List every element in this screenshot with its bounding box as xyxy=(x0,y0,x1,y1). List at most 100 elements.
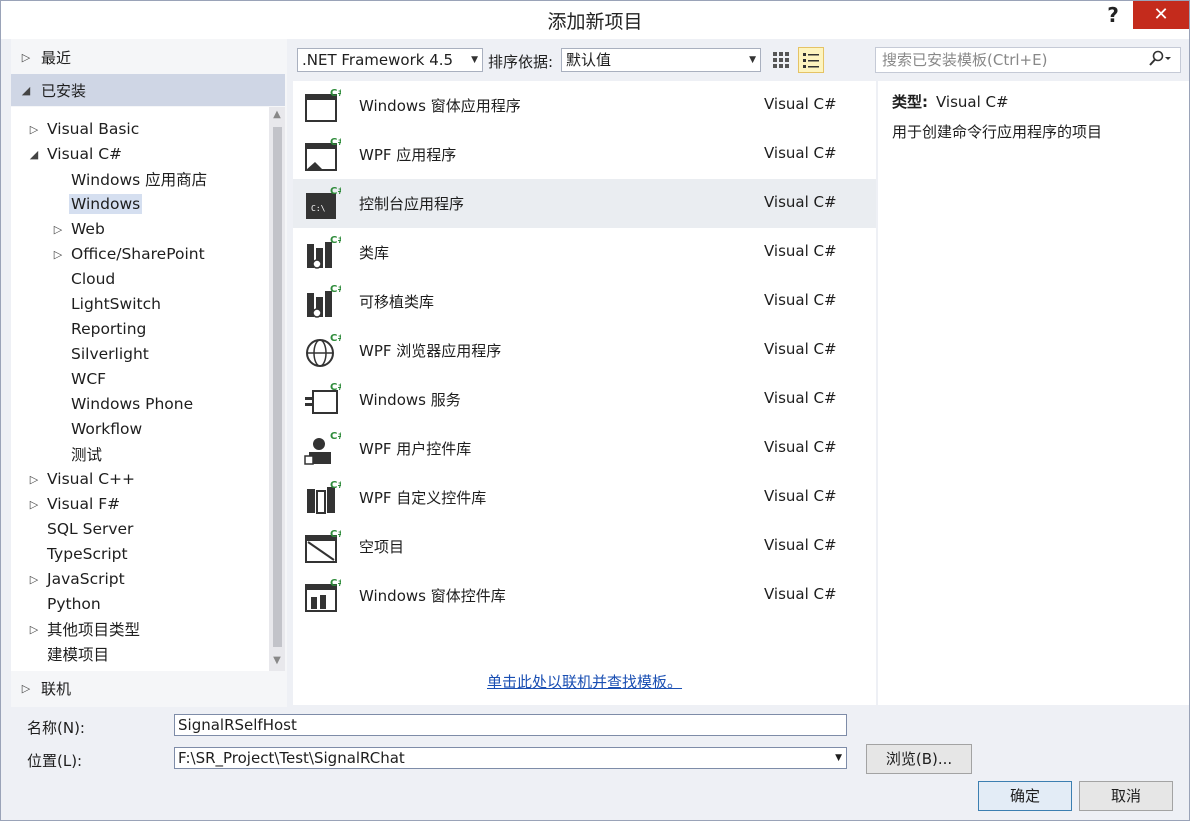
tree-item[interactable]: 测试 xyxy=(47,442,104,466)
tree-item[interactable]: Windows xyxy=(47,192,143,216)
template-row[interactable]: C# WPF 用户控件库 Visual C# xyxy=(293,424,876,473)
tree-item[interactable]: ▷ Office/SharePoint xyxy=(47,242,207,266)
template-row[interactable]: C# Windows 窗体应用程序 Visual C# xyxy=(293,81,876,130)
scroll-thumb[interactable] xyxy=(273,127,282,647)
template-name: WPF 应用程序 xyxy=(359,146,457,164)
expand-arrow-icon[interactable]: ▷ xyxy=(47,223,69,236)
scroll-up-icon[interactable]: ▲ xyxy=(269,109,285,123)
grid-view-icon xyxy=(773,52,789,68)
wpf-app-icon: C# xyxy=(303,136,346,174)
template-row[interactable]: C# Windows 服务 Visual C# xyxy=(293,375,876,424)
tree-item[interactable]: ▷ JavaScript xyxy=(23,567,127,591)
template-language: Visual C# xyxy=(764,585,837,603)
small-icons-view-button[interactable] xyxy=(768,47,794,73)
framework-select[interactable]: .NET Framework 4.5 ▼ xyxy=(297,48,483,72)
type-label: 类型: xyxy=(892,93,928,111)
tree-scrollbar[interactable]: ▲ ▼ xyxy=(269,107,285,671)
browse-button[interactable]: 浏览(B)... xyxy=(866,744,972,774)
expand-arrow-icon[interactable]: ▷ xyxy=(47,248,69,261)
expand-arrow-icon[interactable]: ▷ xyxy=(23,573,45,586)
template-language: Visual C# xyxy=(764,340,837,358)
template-name: Windows 服务 xyxy=(359,391,461,409)
template-row[interactable]: C# 可移植类库 Visual C# xyxy=(293,277,876,326)
tree-item[interactable]: Reporting xyxy=(47,317,148,341)
expand-arrow-icon[interactable]: ▷ xyxy=(23,498,45,511)
dropdown-arrow-icon: ▼ xyxy=(835,753,842,763)
tree-item[interactable]: Workflow xyxy=(47,417,144,441)
search-icon[interactable] xyxy=(1148,50,1172,76)
add-new-project-dialog: 添加新项目 ? ✕ ▷ 最近 ◢ 已安装 ▷ Visual Basic ◢ Visua… xyxy=(0,0,1190,821)
expand-arrow-icon[interactable]: ▷ xyxy=(23,123,45,136)
ok-button[interactable]: 确定 xyxy=(978,781,1072,811)
template-language: Visual C# xyxy=(764,389,837,407)
tree-item[interactable]: Windows 应用商店 xyxy=(47,167,209,191)
tree-item[interactable]: Silverlight xyxy=(47,342,151,366)
tree-item[interactable]: ▷ Visual Basic xyxy=(23,117,141,141)
template-type: 类型: Visual C# xyxy=(892,91,1009,112)
template-row[interactable]: C# Windows 窗体控件库 Visual C# xyxy=(293,571,876,620)
collapse-arrow-icon: ◢ xyxy=(21,83,31,97)
tree-item[interactable]: Windows Phone xyxy=(47,392,195,416)
section-online[interactable]: ▷ 联机 xyxy=(11,672,285,704)
expand-arrow-icon[interactable]: ▷ xyxy=(23,623,45,636)
tree-item[interactable]: ▷ 其他项目类型 xyxy=(23,617,142,641)
online-templates-link[interactable]: 单击此处以联机并查找模板。 xyxy=(487,671,682,692)
collapse-arrow-icon[interactable]: ◢ xyxy=(23,148,45,161)
dropdown-arrow-icon: ▼ xyxy=(471,55,478,65)
list-view-button[interactable] xyxy=(798,47,824,73)
svg-text:C#: C# xyxy=(330,529,341,540)
tree-item-label: Windows 应用商店 xyxy=(71,171,208,189)
expand-arrow-icon: ▷ xyxy=(21,681,31,695)
tree-item[interactable]: Python xyxy=(23,592,103,616)
help-button[interactable]: ? xyxy=(1101,3,1125,31)
sort-label: 排序依据: xyxy=(488,53,554,71)
section-installed[interactable]: ◢ 已安装 xyxy=(11,74,285,106)
tree-item-label: JavaScript xyxy=(47,570,125,588)
template-description: 用于创建命令行应用程序的项目 xyxy=(892,123,1103,141)
project-name-input[interactable]: SignalRSelfHost xyxy=(174,714,847,736)
tree-item[interactable]: ▷ Web xyxy=(47,217,107,241)
framework-value: .NET Framework 4.5 xyxy=(302,51,454,69)
template-row[interactable]: C# WPF 浏览器应用程序 Visual C# xyxy=(293,326,876,375)
sort-select[interactable]: 默认值 ▼ xyxy=(561,48,761,72)
template-row[interactable]: C# WPF 应用程序 Visual C# xyxy=(293,130,876,179)
template-row[interactable]: C# 空项目 Visual C# xyxy=(293,522,876,571)
section-recent[interactable]: ▷ 最近 xyxy=(11,41,285,73)
template-row[interactable]: C# WPF 自定义控件库 Visual C# xyxy=(293,473,876,522)
dropdown-arrow-icon: ▼ xyxy=(749,55,756,65)
svg-text:C:\: C:\ xyxy=(311,204,326,213)
template-language: Visual C# xyxy=(764,144,837,162)
location-select[interactable]: F:\SR_Project\Test\SignalRChat ▼ xyxy=(174,747,847,769)
tree-item-label: Windows xyxy=(69,194,143,214)
location-value: F:\SR_Project\Test\SignalRChat xyxy=(178,749,405,767)
tree-item[interactable]: TypeScript xyxy=(23,542,130,566)
cancel-button[interactable]: 取消 xyxy=(1079,781,1173,811)
template-language: Visual C# xyxy=(764,438,837,456)
close-button[interactable]: ✕ xyxy=(1133,1,1189,29)
template-row[interactable]: C:\ C# 控制台应用程序 Visual C# xyxy=(293,179,876,228)
tree-item-label: WCF xyxy=(71,370,107,388)
expand-arrow-icon: ▷ xyxy=(21,50,31,64)
tree-item[interactable]: ◢ Visual C# xyxy=(23,142,124,166)
tree-item[interactable]: ▷ Visual C++ xyxy=(23,467,137,491)
empty-project-icon: C# xyxy=(303,528,346,566)
tree-item[interactable]: SQL Server xyxy=(23,517,135,541)
scroll-down-icon[interactable]: ▼ xyxy=(269,655,285,669)
expand-arrow-icon[interactable]: ▷ xyxy=(23,473,45,486)
template-search-input[interactable]: 搜索已安装模板(Ctrl+E) xyxy=(875,47,1181,73)
tree-item-label: Silverlight xyxy=(71,345,149,363)
windows-forms-icon: C# xyxy=(303,87,346,125)
tree-item-label: Office/SharePoint xyxy=(71,245,205,263)
tree-item[interactable]: LightSwitch xyxy=(47,292,163,316)
category-tree: ▷ Visual Basic ◢ Visual C# Windows 应用商店 Windo… xyxy=(11,107,269,671)
tree-item-label: Visual F# xyxy=(47,495,121,513)
svg-text:C#: C# xyxy=(330,284,341,295)
tree-item[interactable]: ▷ Visual F# xyxy=(23,492,122,516)
tree-item[interactable]: WCF xyxy=(47,367,108,391)
template-row[interactable]: C# 类库 Visual C# xyxy=(293,228,876,277)
svg-text:C#: C# xyxy=(330,333,341,344)
location-label: 位置(L): xyxy=(27,752,83,770)
tree-item[interactable]: 建模项目 xyxy=(23,642,111,666)
tree-item-label: Visual C++ xyxy=(47,470,135,488)
tree-item[interactable]: Cloud xyxy=(47,267,117,291)
